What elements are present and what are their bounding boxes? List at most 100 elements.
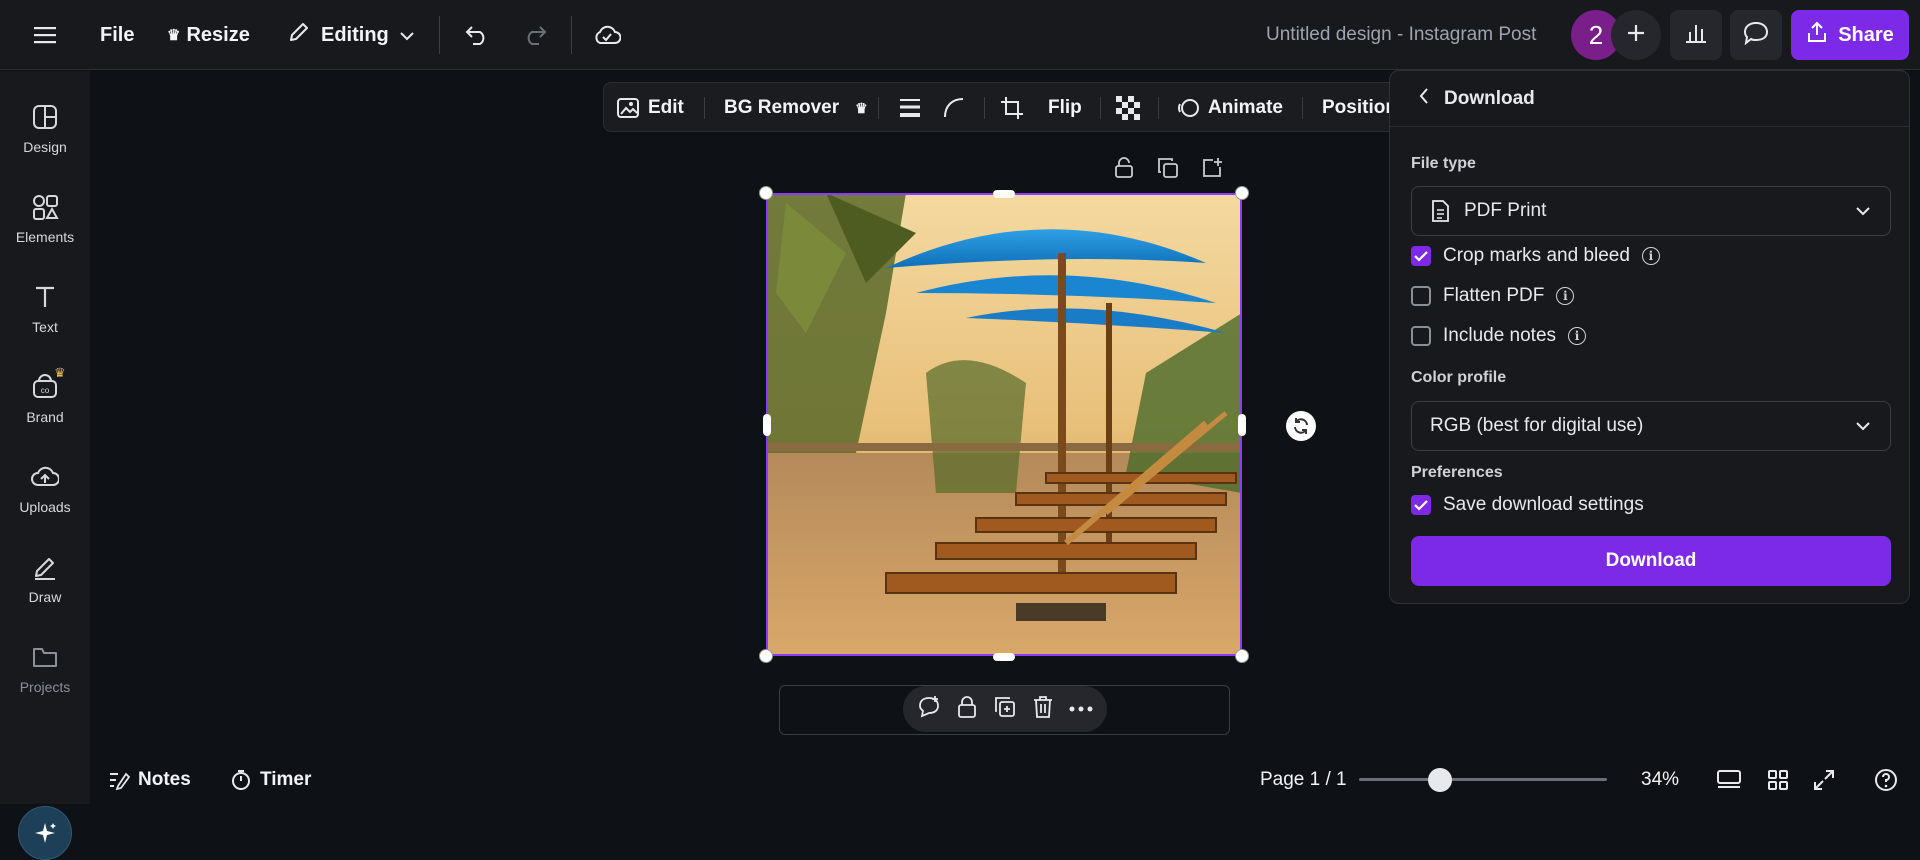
sidebar-item-label: Brand [26,409,64,425]
cloud-check-icon [592,20,622,50]
save-settings-checkbox[interactable] [1411,495,1431,515]
divider [1100,97,1101,119]
page-indicator[interactable]: Page 1 / 1 [1260,755,1347,804]
sidebar-item-text[interactable]: Text [0,269,90,349]
crop-marks-checkbox[interactable] [1411,246,1431,266]
duplicate-icon[interactable] [1155,155,1181,181]
check-icon [1414,500,1428,511]
trash-icon[interactable] [1032,695,1054,724]
edit-image-button[interactable]: Edit [616,83,684,133]
save-settings-option[interactable]: Save download settings [1411,491,1644,519]
corner-rounding-button[interactable] [942,83,966,133]
add-collaborator-button[interactable] [1611,10,1661,60]
rotate-handle[interactable] [1286,411,1316,441]
divider [1158,97,1159,119]
timer-icon [232,769,250,790]
undo-icon [462,20,492,50]
duplicate-icon[interactable] [993,695,1017,724]
crop-button[interactable] [1000,83,1024,133]
context-toolbar: Edit BG Remover ♛ Flip Animate Position [603,82,1403,132]
sidebar-item-uploads[interactable]: Uploads [0,449,90,529]
pencil-icon [287,20,311,50]
resize-handle-bottom-left[interactable] [759,649,773,663]
file-menu-button[interactable]: File [100,0,134,70]
grid-view-button[interactable] [1767,755,1789,804]
lock-icon[interactable] [1111,155,1137,181]
add-page-icon[interactable] [1199,155,1225,181]
info-icon[interactable]: i [1641,247,1660,265]
resize-handle-top-left[interactable] [759,186,773,200]
element-toolbar [903,686,1107,732]
color-profile-value: RGB (best for digital use) [1430,415,1644,436]
download-button[interactable]: Download [1411,536,1891,586]
share-label: Share [1838,23,1894,46]
resize-button[interactable]: ♛ Resize [167,0,250,70]
color-profile-select[interactable]: RGB (best for digital use) [1411,401,1891,451]
info-icon[interactable]: i [1556,287,1575,305]
resize-handle-bottom-right[interactable] [1235,649,1249,663]
editing-label: Editing [321,23,389,46]
sidebar-item-label: Projects [19,679,71,695]
share-button[interactable]: Share [1791,10,1909,60]
sidebar-item-brand[interactable]: co Brand ♛ [0,359,90,439]
sidebar-item-elements[interactable]: Elements [0,179,90,259]
text-icon [36,286,54,307]
include-notes-checkbox[interactable] [1411,326,1431,346]
design-title[interactable]: Untitled design - Instagram Post [1266,0,1536,70]
zoom-slider-track[interactable] [1359,778,1607,781]
include-notes-option[interactable]: Include notes i [1411,322,1587,350]
edit-label: Edit [648,97,684,118]
lock-icon[interactable] [956,695,978,724]
transparency-icon [1116,96,1140,120]
flatten-pdf-checkbox[interactable] [1411,286,1431,306]
crop-marks-label: Crop marks and bleed [1443,245,1630,266]
flip-button[interactable]: Flip [1048,83,1082,133]
resize-handle-left[interactable] [763,414,771,436]
crop-marks-option[interactable]: Crop marks and bleed i [1411,242,1660,270]
add-comment-icon[interactable] [917,695,941,724]
notes-button[interactable]: Notes [108,755,191,804]
pages-icon [1717,769,1741,788]
sidebar-item-design[interactable]: Design [0,89,90,169]
sidebar-item-projects[interactable]: Projects [0,629,90,709]
file-type-select[interactable]: PDF Print [1411,186,1891,236]
border-style-button[interactable] [898,83,922,133]
resize-handle-bottom[interactable] [993,653,1015,661]
sidebar-item-draw[interactable]: Draw [0,539,90,619]
insights-button[interactable] [1670,10,1722,60]
download-panel: Download File type PDF Print Crop marks … [1389,70,1910,604]
undo-button[interactable] [462,0,492,70]
fullscreen-button[interactable] [1813,755,1835,804]
bg-remover-button[interactable]: BG Remover ♛ [724,83,868,133]
more-options-icon[interactable] [1069,700,1093,718]
transparency-button[interactable] [1116,83,1140,133]
resize-handle-top-right[interactable] [1235,186,1249,200]
check-icon [1414,251,1428,262]
timer-button[interactable]: Timer [230,755,311,804]
zoom-level[interactable]: 34% [1641,755,1679,804]
back-arrow-icon[interactable] [1418,87,1430,111]
flatten-pdf-label: Flatten PDF [1443,285,1545,306]
position-label: Position [1322,97,1397,118]
editing-mode-dropdown[interactable]: Editing [287,0,415,70]
menu-button[interactable] [30,0,60,70]
help-button[interactable] [1874,755,1898,804]
flatten-pdf-option[interactable]: Flatten PDF i [1411,282,1575,310]
divider [878,97,879,119]
magic-assistant-button[interactable] [18,806,72,860]
resize-handle-top[interactable] [993,190,1015,198]
preferences-label: Preferences [1411,464,1503,481]
page-view-button[interactable] [1716,755,1742,804]
comments-button[interactable] [1730,10,1782,60]
resize-handle-right[interactable] [1238,414,1246,436]
info-icon[interactable]: i [1568,327,1587,345]
bg-remover-label: BG Remover [724,97,840,118]
position-button[interactable]: Position [1322,83,1397,133]
animate-button[interactable]: Animate [1176,83,1283,133]
hamburger-icon [30,20,60,50]
redo-button[interactable] [520,0,550,70]
save-status-button[interactable] [592,0,622,70]
bar-chart-icon [1684,22,1708,49]
animate-icon [1178,99,1199,117]
zoom-slider-thumb[interactable] [1428,768,1452,792]
